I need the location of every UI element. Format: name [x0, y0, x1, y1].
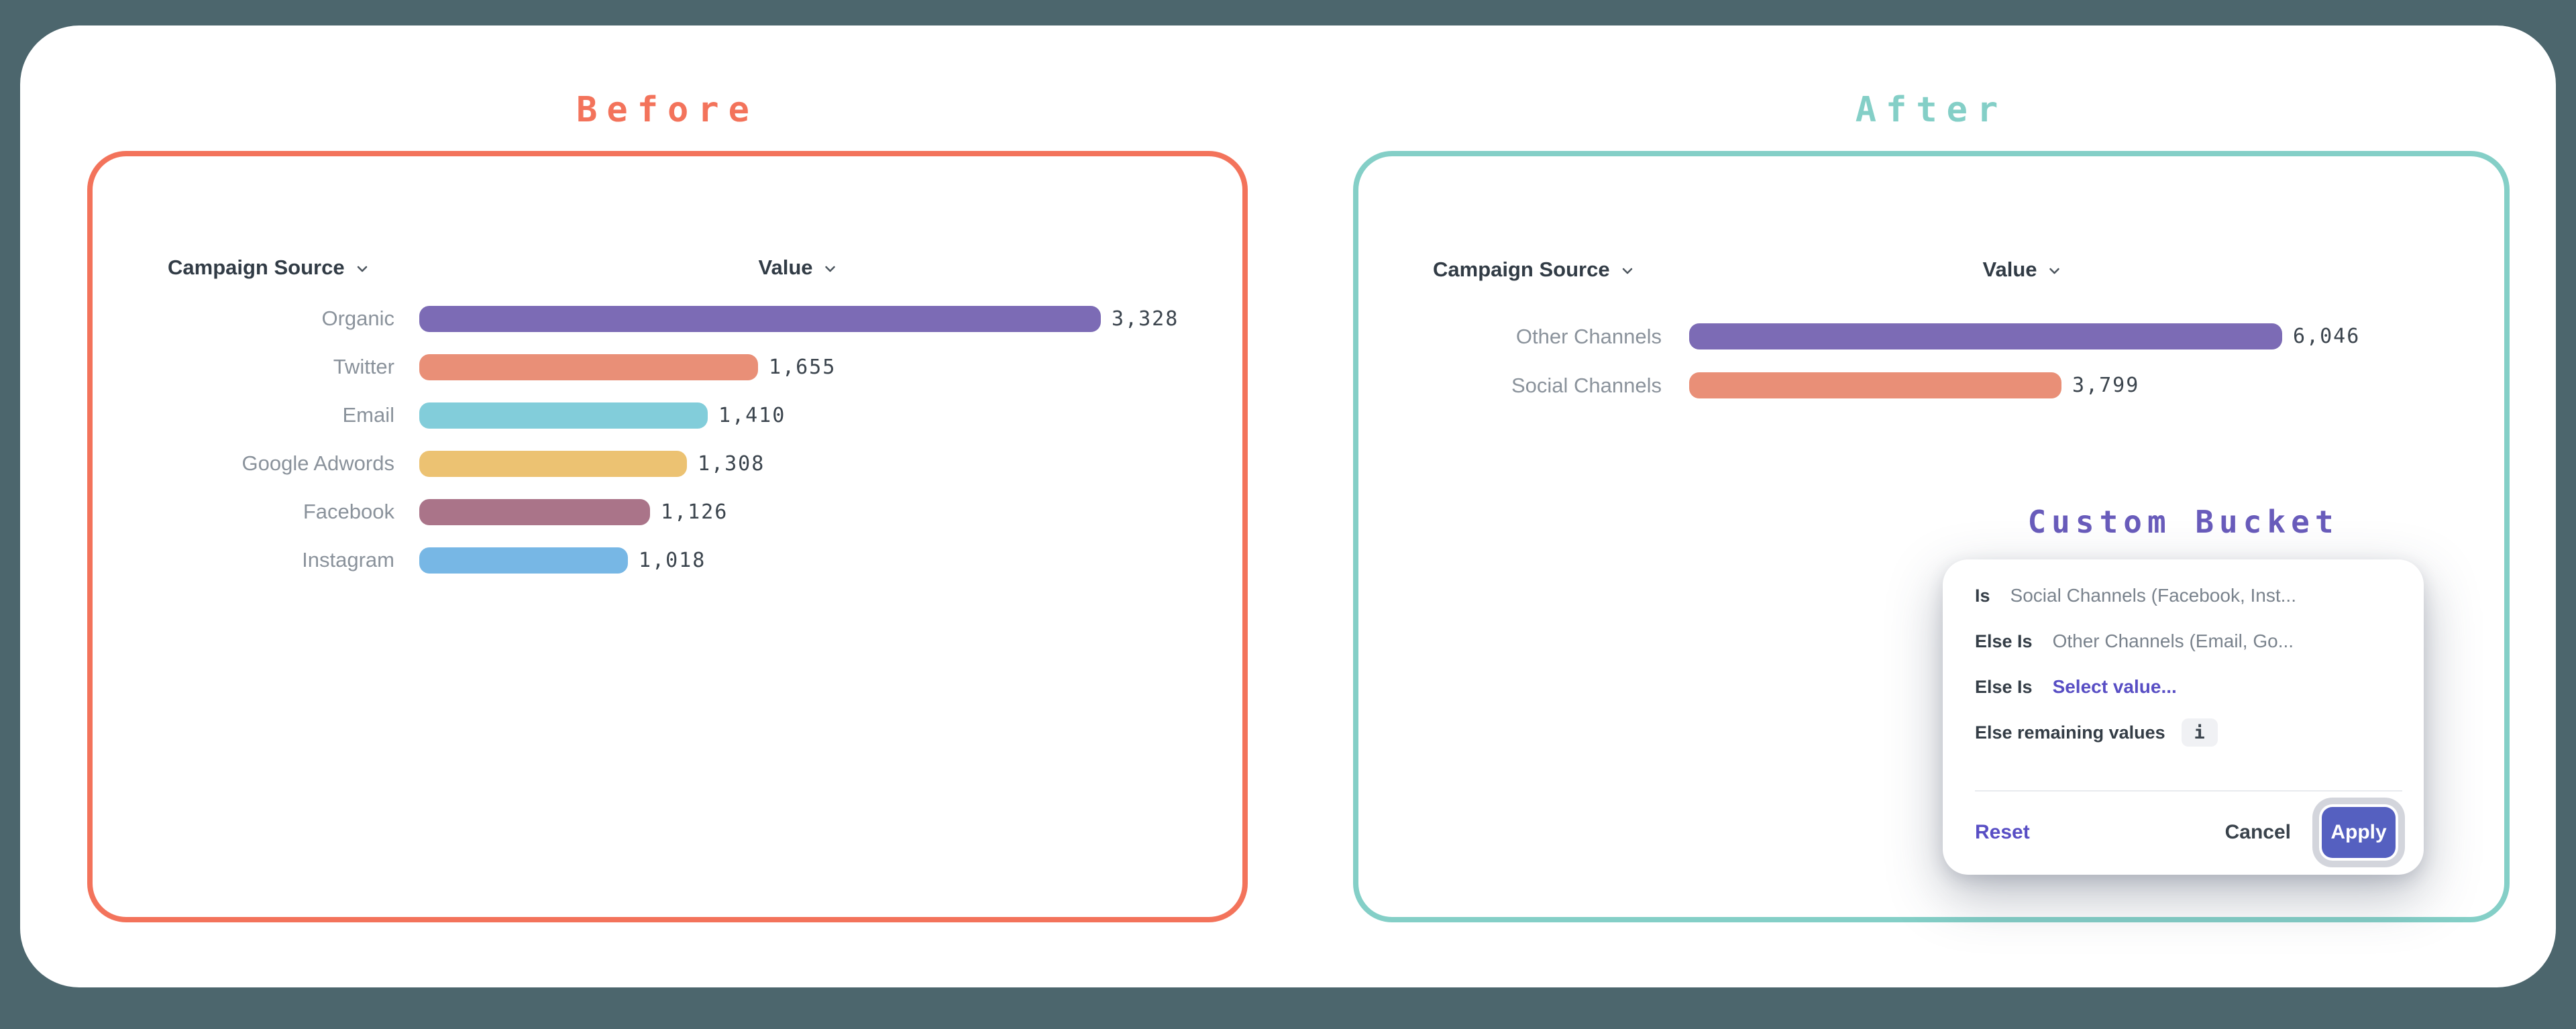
value-bar [419, 499, 650, 525]
chevron-down-icon [354, 261, 370, 277]
row-value: 1,126 [661, 500, 728, 524]
after-table: Other Channels 6,046 Social Channels 3,799 [1395, 312, 2360, 410]
row-value: 3,799 [2072, 374, 2139, 397]
after-title: After [1353, 90, 2510, 130]
value-bar [419, 306, 1101, 332]
column-header-label: Value [1983, 258, 2037, 282]
bucket-rule-operator: Else remaining values [1975, 722, 2165, 743]
apply-button[interactable]: Apply [2322, 807, 2396, 858]
table-row: Google Adwords 1,308 [134, 439, 1179, 488]
page-background: Before After Campaign Source Value Campa… [0, 0, 2576, 1029]
value-bar [1689, 323, 2282, 349]
comparison-card: Before After Campaign Source Value Campa… [20, 25, 2556, 987]
row-label: Social Channels [1395, 374, 1662, 398]
table-row: Instagram 1,018 [134, 536, 1179, 584]
before-title: Before [87, 90, 1248, 130]
value-bar [1689, 372, 2061, 398]
row-label: Organic [134, 307, 394, 331]
before-table: Organic 3,328 Twitter 1,655 Email 1,410 Google… [134, 294, 1179, 584]
before-column-header-value[interactable]: Value [759, 254, 839, 282]
table-row: Facebook 1,126 [134, 488, 1179, 536]
row-label: Email [134, 403, 394, 427]
chevron-down-icon [2047, 263, 2063, 279]
row-label: Facebook [134, 500, 394, 524]
table-row: Other Channels 6,046 [1395, 312, 2360, 361]
bucket-rule-operator: Is [1975, 586, 1990, 606]
dialog-footer: Reset Cancel Apply [1975, 792, 2397, 873]
column-header-label: Campaign Source [1433, 258, 1610, 282]
row-label: Google Adwords [134, 451, 394, 476]
column-header-label: Campaign Source [168, 256, 345, 280]
column-header-label: Value [759, 256, 813, 280]
bucket-rule-row: Else Is Other Channels (Email, Go... [1975, 618, 2397, 664]
before-column-header-campaign-source[interactable]: Campaign Source [168, 254, 370, 282]
value-bar [419, 451, 687, 477]
chevron-down-icon [822, 261, 839, 277]
value-bar [419, 354, 758, 380]
custom-bucket-dialog: Is Social Channels (Facebook, Inst... El… [1943, 559, 2424, 875]
row-value: 1,308 [698, 452, 765, 476]
bucket-rule-value[interactable]: Other Channels (Email, Go... [2053, 631, 2294, 652]
custom-bucket-title: Custom Bucket [1943, 503, 2424, 541]
value-bar [419, 402, 708, 429]
row-value: 3,328 [1112, 307, 1179, 331]
row-label: Twitter [134, 355, 394, 379]
row-label: Instagram [134, 548, 394, 572]
row-value: 1,018 [639, 549, 706, 572]
info-icon[interactable]: i [2182, 718, 2218, 747]
table-row: Organic 3,328 [134, 294, 1179, 343]
reset-button[interactable]: Reset [1975, 821, 2030, 844]
row-value: 6,046 [2293, 325, 2360, 348]
after-column-header-campaign-source[interactable]: Campaign Source [1433, 256, 1635, 284]
row-label: Other Channels [1395, 325, 1662, 349]
table-row: Social Channels 3,799 [1395, 361, 2360, 410]
bucket-rule-operator: Else Is [1975, 677, 2033, 698]
bucket-rule-row: Else remaining values i [1975, 710, 2397, 755]
select-value-link[interactable]: Select value... [2053, 676, 2177, 698]
row-value: 1,410 [718, 404, 786, 427]
cancel-button[interactable]: Cancel [2225, 821, 2291, 844]
table-row: Email 1,410 [134, 391, 1179, 439]
bucket-rule-operator: Else Is [1975, 631, 2033, 652]
bucket-rule-value[interactable]: Social Channels (Facebook, Inst... [2010, 585, 2296, 606]
bucket-rule-row: Else Is Select value... [1975, 664, 2397, 710]
row-value: 1,655 [769, 356, 836, 379]
after-column-header-value[interactable]: Value [1983, 256, 2063, 284]
value-bar [419, 547, 628, 574]
bucket-rule-row: Is Social Channels (Facebook, Inst... [1975, 573, 2397, 618]
table-row: Twitter 1,655 [134, 343, 1179, 391]
chevron-down-icon [1619, 263, 1635, 279]
